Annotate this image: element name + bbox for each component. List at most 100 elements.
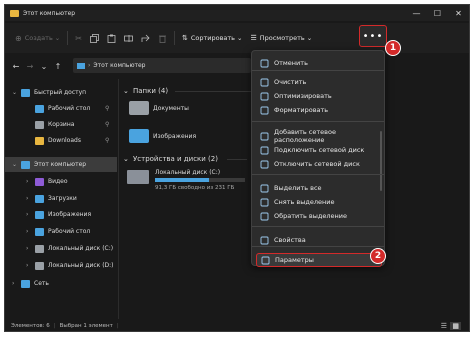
sidebar-item-label: Рабочий стол: [48, 228, 91, 235]
tiles-view-icon[interactable]: ▦: [450, 322, 461, 330]
maximize-button[interactable]: ☐: [427, 5, 448, 21]
status-selection: Выбран 1 элемент: [59, 323, 113, 329]
forward-arrow-icon[interactable]: →: [23, 62, 37, 71]
chevron-right-icon[interactable]: ›: [26, 245, 28, 252]
sidebar-item[interactable]: Downloads ⚲: [5, 133, 117, 148]
download-icon: [35, 194, 44, 203]
minimize-button[interactable]: —: [406, 5, 427, 21]
sidebar-item[interactable]: › Рабочий стол: [5, 224, 117, 239]
sidebar-item[interactable]: › Загрузки: [5, 191, 117, 206]
share-button[interactable]: [137, 28, 154, 48]
sidebar-item[interactable]: › Видео: [5, 174, 117, 189]
back-arrow-icon[interactable]: ←: [9, 62, 23, 71]
undo-icon: [260, 59, 269, 68]
chevron-right-icon[interactable]: ›: [26, 262, 28, 269]
sidebar-item[interactable]: › Локальный диск (C:): [5, 241, 117, 256]
details-view-icon[interactable]: ☰: [441, 322, 447, 330]
folder-icon: [10, 9, 19, 17]
sidebar-item-label: Корзина: [48, 121, 75, 128]
menu-item[interactable]: Оптимизировать: [256, 89, 382, 103]
chevron-down-icon: ⌄: [237, 34, 243, 42]
sidebar-item-label: Сеть: [34, 280, 49, 287]
folders-group-header[interactable]: Папки (4): [133, 87, 168, 95]
sort-button[interactable]: ⇅ Сортировать ⌄: [178, 28, 247, 48]
sidebar-item[interactable]: Рабочий стол ⚲: [5, 101, 117, 116]
rename-button[interactable]: [120, 28, 137, 48]
sidebar-item[interactable]: › Сеть: [5, 276, 117, 291]
sidebar-item[interactable]: › Локальный диск (D:): [5, 258, 117, 273]
properties-icon: [260, 236, 269, 245]
menu-divider: [252, 174, 384, 175]
status-element-count: Элементов: 6: [11, 323, 50, 329]
map-drive-icon: [260, 146, 269, 155]
sidebar-item[interactable]: ⌄ Быстрый доступ: [5, 85, 117, 100]
menu-item[interactable]: Обратить выделение: [256, 209, 382, 223]
drive-item[interactable]: [127, 167, 153, 189]
menu-item[interactable]: Очистить: [256, 75, 382, 89]
pin-icon: ⚲: [105, 137, 110, 144]
computer-icon: [77, 62, 85, 69]
menu-item-label: Форматировать: [274, 106, 329, 114]
format-icon: [260, 106, 269, 115]
chevron-right-icon[interactable]: ›: [26, 211, 28, 218]
menu-item[interactable]: Выделить все: [256, 181, 382, 195]
menu-item[interactable]: Отключить сетевой диск: [256, 157, 382, 171]
options-icon: [261, 256, 270, 265]
sort-label: Сортировать: [190, 34, 235, 42]
window-controls: — ☐ ✕: [406, 5, 469, 21]
sidebar-item[interactable]: ⌄ Этот компьютер: [5, 157, 117, 172]
folder-label: Документы: [153, 104, 189, 112]
address-bar[interactable]: › Этот компьютер: [73, 58, 251, 73]
network-icon: [21, 279, 30, 288]
folder-item[interactable]: Документы: [129, 101, 189, 115]
pin-icon: ⚲: [105, 105, 110, 112]
share-icon: [141, 34, 150, 42]
menu-item[interactable]: Отменить: [256, 56, 382, 70]
copy-icon: [90, 33, 99, 43]
pin-icon: ⚲: [105, 121, 110, 128]
menu-item[interactable]: Форматировать: [256, 103, 382, 117]
menu-item-label: Подключить сетевой диск: [274, 146, 365, 154]
menu-item[interactable]: Добавить сетевое расположение: [256, 128, 382, 144]
view-icon: ☰: [250, 34, 257, 42]
menu-item[interactable]: Параметры: [256, 253, 382, 267]
recent-chevron-icon[interactable]: ⌄: [37, 62, 51, 71]
documents-folder-icon: [129, 101, 149, 115]
drive-label[interactable]: Локальный диск (C:): [155, 169, 220, 176]
window-title: Этот компьютер: [23, 9, 76, 17]
sidebar-item[interactable]: › Изображения: [5, 207, 117, 222]
view-button[interactable]: ☰ Просмотреть ⌄: [246, 28, 316, 48]
chevron-right-icon[interactable]: ›: [26, 228, 28, 235]
chevron-down-icon[interactable]: ⌄: [123, 87, 129, 95]
chevron-down-icon: ⌄: [306, 34, 313, 42]
pictures-folder-icon: [129, 129, 149, 143]
chevron-down-icon[interactable]: ⌄: [12, 161, 17, 168]
up-arrow-icon[interactable]: ↑: [51, 62, 65, 71]
menu-item-label: Обратить выделение: [274, 212, 348, 220]
copy-button[interactable]: [86, 28, 103, 48]
cut-button[interactable]: ✂: [71, 28, 86, 48]
close-button[interactable]: ✕: [448, 5, 469, 21]
paste-button[interactable]: [103, 28, 120, 48]
sidebar-item-label: Рабочий стол: [48, 105, 91, 112]
more-options-button[interactable]: •••: [359, 25, 387, 47]
breadcrumb: Этот компьютер: [93, 62, 146, 69]
pictures-icon: [35, 210, 44, 219]
menu-item[interactable]: Свойства: [256, 233, 382, 247]
menu-item[interactable]: Подключить сетевой диск: [256, 143, 382, 157]
star-icon: [21, 88, 30, 97]
create-label: Создать: [24, 34, 53, 42]
delete-button[interactable]: [154, 28, 171, 48]
chevron-down-icon[interactable]: ⌄: [123, 155, 129, 163]
create-button[interactable]: ⊕ Создать ⌄: [11, 28, 64, 48]
chevron-right-icon[interactable]: ›: [26, 195, 28, 202]
drives-group-header[interactable]: Устройства и диски (2): [133, 155, 218, 163]
menu-item[interactable]: Снять выделение: [256, 195, 382, 209]
sidebar-item-label: Видео: [48, 178, 68, 185]
sidebar-item[interactable]: Корзина ⚲: [5, 117, 117, 132]
chevron-right-icon[interactable]: ›: [26, 178, 28, 185]
folder-item[interactable]: Изображения: [129, 129, 196, 143]
chevron-down-icon[interactable]: ⌄: [12, 89, 17, 96]
sidebar-item-label: Быстрый доступ: [34, 89, 87, 96]
chevron-right-icon[interactable]: ›: [12, 280, 14, 287]
